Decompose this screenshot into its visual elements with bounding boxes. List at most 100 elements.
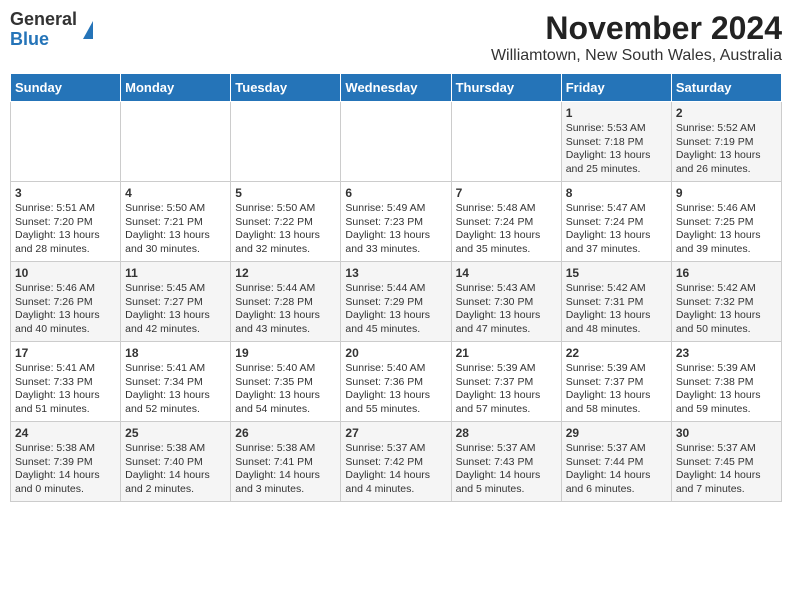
day-number: 5	[235, 186, 336, 200]
day-info-line: and 0 minutes.	[15, 483, 116, 497]
calendar-table: SundayMondayTuesdayWednesdayThursdayFrid…	[10, 73, 782, 502]
day-info-line: Sunrise: 5:38 AM	[235, 442, 336, 456]
day-number: 15	[566, 266, 667, 280]
calendar-title: November 2024	[491, 10, 782, 47]
day-info-line: Sunset: 7:33 PM	[15, 376, 116, 390]
day-info-line: Sunrise: 5:46 AM	[676, 202, 777, 216]
day-info-line: and 40 minutes.	[15, 323, 116, 337]
day-info-line: and 57 minutes.	[456, 403, 557, 417]
day-number: 11	[125, 266, 226, 280]
calendar-cell: 8Sunrise: 5:47 AMSunset: 7:24 PMDaylight…	[561, 182, 671, 262]
day-number: 28	[456, 426, 557, 440]
day-info-line: and 51 minutes.	[15, 403, 116, 417]
day-number: 21	[456, 346, 557, 360]
day-info-line: and 26 minutes.	[676, 163, 777, 177]
day-info-line: Daylight: 13 hours	[676, 229, 777, 243]
calendar-week-5: 24Sunrise: 5:38 AMSunset: 7:39 PMDayligh…	[11, 422, 782, 502]
day-number: 16	[676, 266, 777, 280]
weekday-header-wednesday: Wednesday	[341, 74, 451, 102]
day-info-line: Daylight: 13 hours	[125, 309, 226, 323]
calendar-cell: 30Sunrise: 5:37 AMSunset: 7:45 PMDayligh…	[671, 422, 781, 502]
day-info-line: Sunset: 7:39 PM	[15, 456, 116, 470]
day-info-line: Sunrise: 5:39 AM	[566, 362, 667, 376]
day-info-line: Sunset: 7:24 PM	[566, 216, 667, 230]
day-info-line: and 42 minutes.	[125, 323, 226, 337]
day-info-line: Daylight: 13 hours	[125, 229, 226, 243]
day-info-line: Sunset: 7:41 PM	[235, 456, 336, 470]
day-info-line: Sunset: 7:37 PM	[456, 376, 557, 390]
day-info-line: Daylight: 13 hours	[235, 229, 336, 243]
weekday-header-saturday: Saturday	[671, 74, 781, 102]
day-info-line: Sunrise: 5:50 AM	[235, 202, 336, 216]
day-info-line: Sunset: 7:18 PM	[566, 136, 667, 150]
day-info-line: Daylight: 14 hours	[456, 469, 557, 483]
calendar-cell: 26Sunrise: 5:38 AMSunset: 7:41 PMDayligh…	[231, 422, 341, 502]
day-info-line: and 33 minutes.	[345, 243, 446, 257]
day-number: 12	[235, 266, 336, 280]
day-info-line: Sunrise: 5:43 AM	[456, 282, 557, 296]
weekday-header-row: SundayMondayTuesdayWednesdayThursdayFrid…	[11, 74, 782, 102]
day-info-line: Daylight: 13 hours	[15, 229, 116, 243]
day-info-line: and 54 minutes.	[235, 403, 336, 417]
day-info-line: Sunset: 7:45 PM	[676, 456, 777, 470]
day-number: 24	[15, 426, 116, 440]
day-info-line: Sunrise: 5:42 AM	[676, 282, 777, 296]
day-info-line: and 48 minutes.	[566, 323, 667, 337]
day-info-line: Sunrise: 5:47 AM	[566, 202, 667, 216]
calendar-cell: 23Sunrise: 5:39 AMSunset: 7:38 PMDayligh…	[671, 342, 781, 422]
day-number: 30	[676, 426, 777, 440]
logo-text-block: General Blue	[10, 10, 77, 50]
calendar-cell: 9Sunrise: 5:46 AMSunset: 7:25 PMDaylight…	[671, 182, 781, 262]
day-info-line: Sunset: 7:43 PM	[456, 456, 557, 470]
day-info-line: and 2 minutes.	[125, 483, 226, 497]
day-info-line: Sunrise: 5:42 AM	[566, 282, 667, 296]
day-number: 3	[15, 186, 116, 200]
day-info-line: Sunset: 7:40 PM	[125, 456, 226, 470]
day-number: 1	[566, 106, 667, 120]
day-number: 19	[235, 346, 336, 360]
day-info-line: Daylight: 14 hours	[345, 469, 446, 483]
calendar-week-2: 3Sunrise: 5:51 AMSunset: 7:20 PMDaylight…	[11, 182, 782, 262]
day-info-line: and 45 minutes.	[345, 323, 446, 337]
day-number: 25	[125, 426, 226, 440]
calendar-cell: 16Sunrise: 5:42 AMSunset: 7:32 PMDayligh…	[671, 262, 781, 342]
calendar-cell: 17Sunrise: 5:41 AMSunset: 7:33 PMDayligh…	[11, 342, 121, 422]
day-info-line: Sunset: 7:26 PM	[15, 296, 116, 310]
calendar-cell: 11Sunrise: 5:45 AMSunset: 7:27 PMDayligh…	[121, 262, 231, 342]
day-info-line: and 35 minutes.	[456, 243, 557, 257]
page-header: General Blue November 2024 Williamtown, …	[10, 10, 782, 65]
day-info-line: and 43 minutes.	[235, 323, 336, 337]
calendar-cell: 21Sunrise: 5:39 AMSunset: 7:37 PMDayligh…	[451, 342, 561, 422]
title-block: November 2024 Williamtown, New South Wal…	[491, 10, 782, 65]
calendar-body: 1Sunrise: 5:53 AMSunset: 7:18 PMDaylight…	[11, 102, 782, 502]
calendar-week-4: 17Sunrise: 5:41 AMSunset: 7:33 PMDayligh…	[11, 342, 782, 422]
day-info-line: and 7 minutes.	[676, 483, 777, 497]
day-number: 18	[125, 346, 226, 360]
day-info-line: and 39 minutes.	[676, 243, 777, 257]
day-number: 22	[566, 346, 667, 360]
calendar-cell	[451, 102, 561, 182]
day-info-line: Sunrise: 5:45 AM	[125, 282, 226, 296]
day-info-line: Sunset: 7:29 PM	[345, 296, 446, 310]
day-info-line: and 37 minutes.	[566, 243, 667, 257]
day-info-line: and 47 minutes.	[456, 323, 557, 337]
day-info-line: Sunrise: 5:38 AM	[125, 442, 226, 456]
calendar-cell: 5Sunrise: 5:50 AMSunset: 7:22 PMDaylight…	[231, 182, 341, 262]
day-info-line: Daylight: 13 hours	[456, 309, 557, 323]
day-info-line: Daylight: 13 hours	[566, 389, 667, 403]
day-info-line: Sunset: 7:25 PM	[676, 216, 777, 230]
day-info-line: Daylight: 13 hours	[345, 389, 446, 403]
logo: General Blue	[10, 10, 93, 50]
day-number: 29	[566, 426, 667, 440]
calendar-cell: 1Sunrise: 5:53 AMSunset: 7:18 PMDaylight…	[561, 102, 671, 182]
day-info-line: and 55 minutes.	[345, 403, 446, 417]
day-info-line: Sunrise: 5:48 AM	[456, 202, 557, 216]
day-number: 20	[345, 346, 446, 360]
weekday-header-friday: Friday	[561, 74, 671, 102]
day-info-line: Daylight: 14 hours	[15, 469, 116, 483]
day-info-line: Daylight: 14 hours	[676, 469, 777, 483]
day-number: 6	[345, 186, 446, 200]
calendar-cell: 29Sunrise: 5:37 AMSunset: 7:44 PMDayligh…	[561, 422, 671, 502]
weekday-header-monday: Monday	[121, 74, 231, 102]
day-info-line: Daylight: 14 hours	[566, 469, 667, 483]
